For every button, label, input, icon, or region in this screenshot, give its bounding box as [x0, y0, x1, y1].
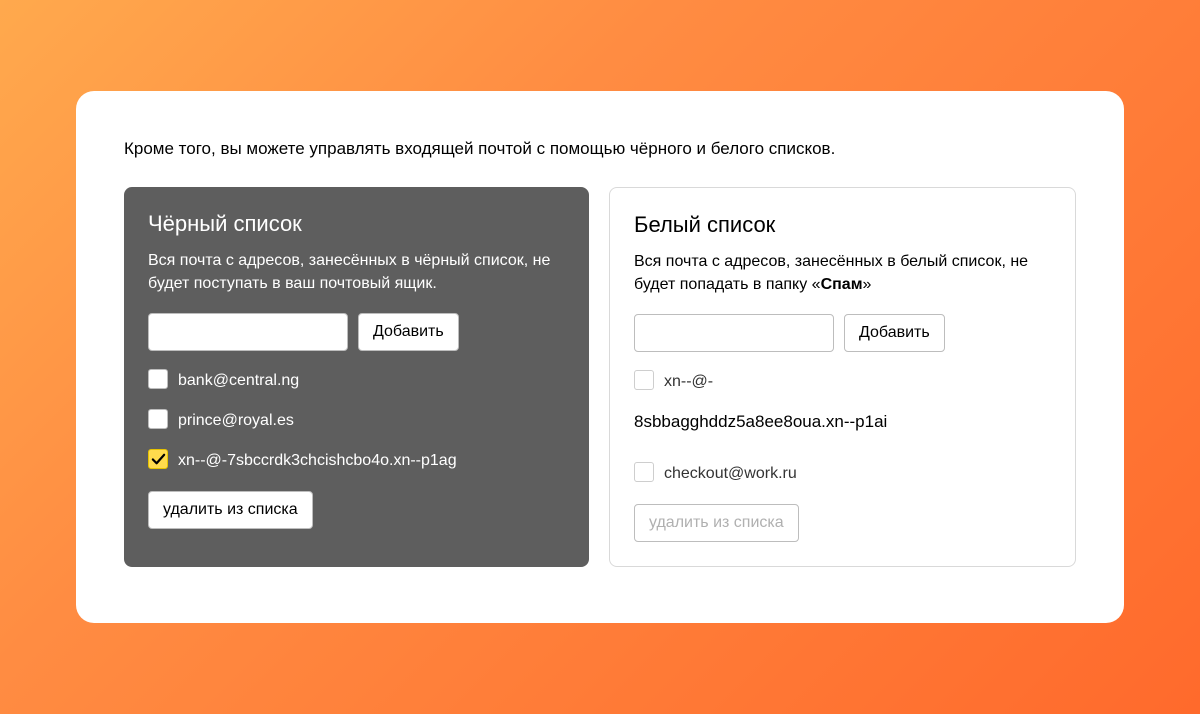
list-item: checkout@work.ru	[634, 462, 1051, 486]
whitelist-add-button[interactable]: Добавить	[844, 314, 945, 352]
whitelist-input-row: Добавить	[634, 314, 1051, 352]
panels-row: Чёрный список Вся почта с адресов, занес…	[124, 187, 1076, 567]
whitelist-email-input[interactable]	[634, 314, 834, 352]
list-item: bank@central.ng	[148, 369, 565, 393]
blacklist-panel: Чёрный список Вся почта с адресов, занес…	[124, 187, 589, 567]
list-item: prince@royal.es	[148, 409, 565, 433]
intro-text: Кроме того, вы можете управлять входящей…	[124, 139, 1076, 159]
whitelist-item-email: xn--@-	[664, 370, 713, 394]
checkbox-icon[interactable]	[634, 370, 654, 390]
checkbox-icon[interactable]	[148, 409, 168, 429]
settings-card: Кроме того, вы можете управлять входящей…	[76, 91, 1124, 623]
whitelist-remove-button[interactable]: удалить из списка	[634, 504, 799, 542]
whitelist-item-email: checkout@work.ru	[664, 462, 797, 486]
blacklist-desc: Вся почта с адресов, занесённых в чёрный…	[148, 249, 565, 295]
blacklist-input-row: Добавить	[148, 313, 565, 351]
whitelist-panel: Белый список Вся почта с адресов, занесё…	[609, 187, 1076, 567]
blacklist-item-email: prince@royal.es	[178, 409, 294, 433]
checkbox-icon[interactable]	[634, 462, 654, 482]
whitelist-list: xn--@- 8sbbagghddz5a8ee8oua.xn--p1ai che…	[634, 370, 1051, 486]
whitelist-desc-post: »	[863, 276, 872, 293]
whitelist-desc: Вся почта с адресов, занесённых в белый …	[634, 250, 1051, 296]
blacklist-list: bank@central.ng prince@royal.es xn--@-7s…	[148, 369, 565, 473]
checkbox-checked-icon[interactable]	[148, 449, 168, 469]
whitelist-desc-bold: Спам	[821, 276, 863, 293]
blacklist-item-email: xn--@-7sbccrdk3chcishcbo4o.xn--p1ag	[178, 449, 457, 473]
list-item: xn--@-	[634, 370, 1051, 394]
checkbox-icon[interactable]	[148, 369, 168, 389]
blacklist-add-button[interactable]: Добавить	[358, 313, 459, 351]
check-icon	[151, 452, 166, 467]
blacklist-item-email: bank@central.ng	[178, 369, 299, 393]
blacklist-remove-button[interactable]: удалить из списка	[148, 491, 313, 529]
blacklist-title: Чёрный список	[148, 211, 565, 237]
blacklist-email-input[interactable]	[148, 313, 348, 351]
whitelist-title: Белый список	[634, 212, 1051, 238]
whitelist-item-email-continued: 8sbbagghddz5a8ee8oua.xn--p1ai	[634, 412, 1051, 432]
list-item: xn--@-7sbccrdk3chcishcbo4o.xn--p1ag	[148, 449, 565, 473]
